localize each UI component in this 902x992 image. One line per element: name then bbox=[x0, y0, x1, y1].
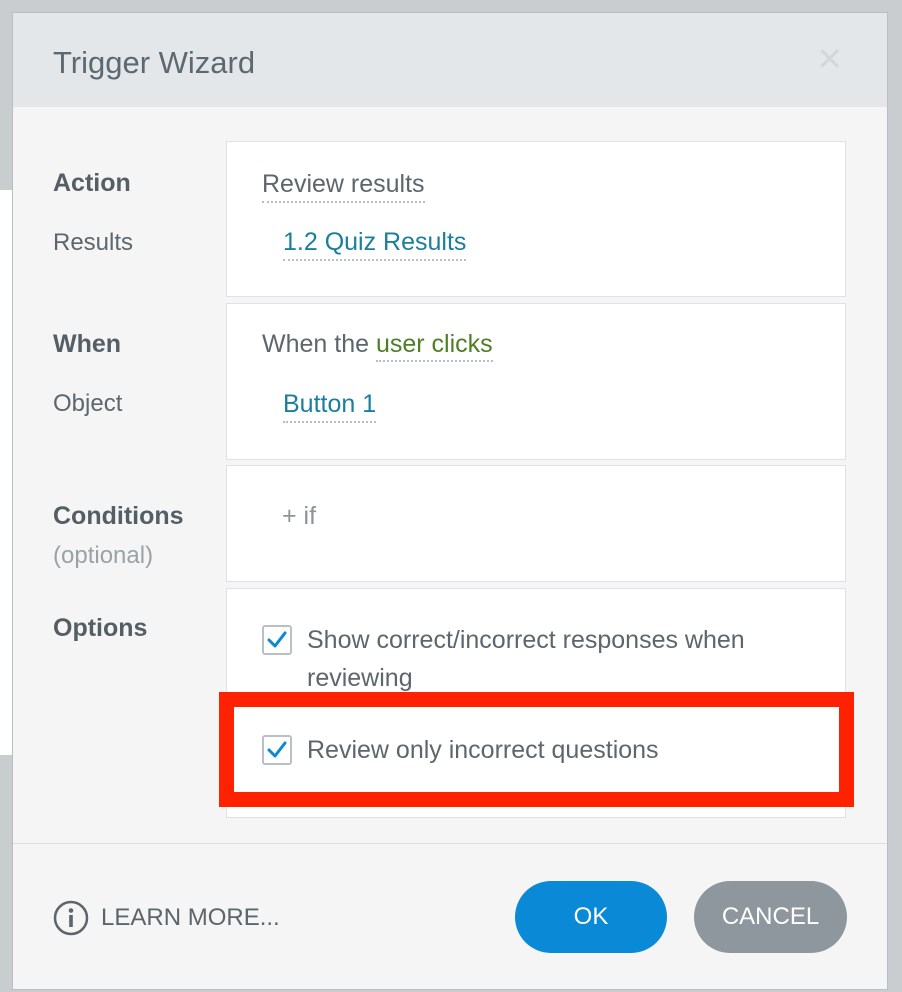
add-condition-link[interactable]: + if bbox=[282, 502, 316, 531]
results-label: Results bbox=[53, 229, 134, 256]
optional-label: (optional) bbox=[53, 542, 154, 569]
action-panel: Review results 1.2 Quiz Results bbox=[226, 141, 846, 297]
results-dropdown[interactable]: 1.2 Quiz Results bbox=[283, 228, 467, 261]
options-label: Options bbox=[53, 614, 148, 642]
options-panel: Show correct/incorrect responses when re… bbox=[226, 588, 846, 818]
close-icon[interactable]: ✕ bbox=[816, 43, 843, 75]
when-panel: When the user clicks Button 1 bbox=[226, 303, 846, 460]
action-label: Action bbox=[53, 169, 131, 197]
footer-divider bbox=[13, 843, 887, 844]
ok-button[interactable]: OK bbox=[515, 881, 667, 953]
object-label: Object bbox=[53, 390, 123, 417]
trigger-wizard-dialog: Trigger Wizard ✕ Action Results When Obj… bbox=[12, 12, 888, 990]
object-dropdown[interactable]: Button 1 bbox=[283, 390, 377, 423]
action-dropdown[interactable]: Review results bbox=[262, 170, 425, 203]
option2-checkbox[interactable] bbox=[262, 735, 292, 765]
info-circle-icon bbox=[53, 900, 89, 936]
learn-more-link[interactable]: LEARN MORE... bbox=[53, 900, 280, 936]
dialog-title: Trigger Wizard bbox=[53, 45, 256, 80]
when-prefix: When the user clicks bbox=[262, 330, 493, 362]
learn-more-label: LEARN MORE... bbox=[101, 904, 280, 931]
dialog-titlebar: Trigger Wizard ✕ bbox=[13, 13, 887, 107]
option1-label[interactable]: Show correct/incorrect responses when re… bbox=[307, 621, 817, 697]
checkmark-icon bbox=[267, 741, 287, 758]
when-prefix-text: When the bbox=[262, 330, 376, 358]
checkmark-icon bbox=[267, 631, 287, 648]
option2-label[interactable]: Review only incorrect questions bbox=[307, 731, 817, 769]
conditions-panel: + if bbox=[226, 465, 846, 582]
option1-checkbox[interactable] bbox=[262, 625, 292, 655]
conditions-label: Conditions bbox=[53, 502, 184, 530]
event-dropdown[interactable]: user clicks bbox=[375, 330, 493, 362]
when-label: When bbox=[53, 330, 122, 358]
cancel-button[interactable]: CANCEL bbox=[694, 881, 847, 953]
